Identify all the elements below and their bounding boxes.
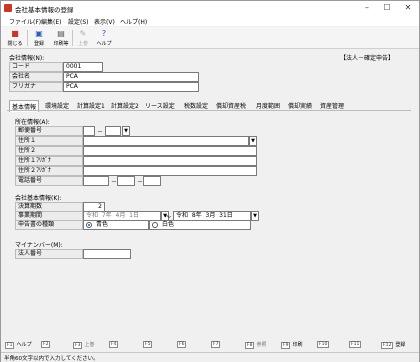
postal-dash: －	[97, 129, 104, 136]
radio-unselected-icon	[152, 222, 158, 228]
chevron-down-icon[interactable]: ▼	[122, 126, 130, 136]
basic-section-label: 会社基本情報(K):	[15, 195, 62, 202]
tab-asset-management[interactable]: 資産管理	[320, 101, 344, 110]
kana-label: フリガナ	[9, 82, 63, 92]
f8-key[interactable]: F8 参照	[245, 341, 266, 349]
f11-key[interactable]: F11	[349, 341, 363, 348]
menu-help[interactable]: ヘルプ(H)	[120, 17, 147, 26]
help-button[interactable]: ? ヘルプ	[94, 28, 114, 48]
address2-field[interactable]	[83, 146, 257, 156]
edit-icon: ✎	[79, 29, 87, 38]
f2-key[interactable]: F2	[41, 341, 52, 348]
tab-lease[interactable]: リース設定	[145, 101, 175, 110]
minimize-icon[interactable]: –	[357, 1, 377, 15]
blue-filing-option[interactable]: 青色	[83, 220, 149, 230]
tab-calc2[interactable]: 計算設定2	[111, 101, 139, 110]
toolbar: ■ 閉じる ▣ 登録 ▤ 印刷等 ✎ 上巻 ? ヘルプ	[1, 27, 419, 49]
address1-label: 住所１	[15, 136, 83, 146]
main-window: 会社基本情報の登録 – ☐ ✕ ファイル(F) 編集(E) 設定(S) 表示(V…	[0, 0, 420, 362]
close-door-icon: ■	[11, 29, 19, 38]
close-button[interactable]: ■ 閉じる	[5, 28, 25, 48]
tab-month-range[interactable]: 月度範囲	[256, 101, 280, 110]
tab-calc1[interactable]: 計算設定1	[77, 101, 105, 110]
postal-code-field-2[interactable]	[105, 126, 121, 136]
close-icon[interactable]: ✕	[398, 1, 418, 15]
status-bar: 半角60文字以内で入力してください。	[1, 352, 419, 362]
phone-label: 電話番号	[15, 176, 83, 186]
f5-key[interactable]: F5	[143, 341, 154, 348]
address2-kana-field[interactable]	[83, 166, 257, 176]
mynumber-section-label: マイナンバー(M):	[15, 242, 63, 249]
postal-code-field-1[interactable]	[83, 126, 95, 136]
kana-field[interactable]: PCA	[63, 82, 199, 92]
white-filing-option[interactable]: 白色	[149, 220, 251, 230]
address1-field[interactable]	[83, 136, 249, 146]
company-name-label: 会社名	[9, 72, 63, 82]
toolbar-separator	[27, 30, 28, 46]
chevron-down-icon[interactable]: ▼	[249, 136, 257, 146]
code-field[interactable]: 0001	[63, 62, 103, 72]
company-section-label: 会社情報(N):	[9, 55, 45, 62]
f7-key[interactable]: F7	[211, 341, 222, 348]
menu-file[interactable]: ファイル(F)	[9, 17, 41, 26]
save-icon: ▣	[35, 29, 43, 38]
register-button[interactable]: ▣ 登録	[29, 28, 49, 48]
f6-key[interactable]: F6	[177, 341, 188, 348]
printer-icon: ▤	[57, 29, 65, 38]
menu-bar: ファイル(F) 編集(E) 設定(S) 表示(V) ヘルプ(H)	[1, 15, 419, 26]
tab-depreciable-asset-tax[interactable]: 償却資産税	[216, 101, 246, 110]
status-message: 半角60文字以内で入力してください。	[4, 356, 99, 362]
filing-type-label: 申告書の種類	[15, 220, 83, 230]
menu-settings[interactable]: 設定(S)	[68, 17, 89, 26]
title-bar: 会社基本情報の登録 – ☐ ✕	[1, 1, 419, 15]
address1-kana-label: 住所１ﾌﾘｶﾞﾅ	[15, 156, 83, 166]
menu-edit[interactable]: 編集(E)	[41, 17, 61, 26]
corp-number-label: 法人番号	[15, 249, 83, 259]
postal-code-label: 郵便番号	[15, 126, 83, 136]
radio-selected-icon	[86, 222, 92, 228]
address1-kana-field[interactable]	[83, 156, 257, 166]
tab-divider	[7, 110, 411, 111]
help-icon: ?	[101, 29, 107, 38]
address2-label: 住所２	[15, 146, 83, 156]
tab-environment[interactable]: 環境設定	[45, 101, 69, 110]
phone-field-2[interactable]	[117, 176, 135, 186]
chevron-down-icon[interactable]: ▼	[251, 211, 259, 221]
address-section-label: 所在情報(A):	[15, 119, 50, 126]
address2-kana-label: 住所２ﾌﾘｶﾞﾅ	[15, 166, 83, 176]
up-button[interactable]: ✎ 上巻	[73, 28, 93, 48]
f1-key[interactable]: F1 ヘルプ	[5, 341, 31, 349]
app-icon	[4, 4, 12, 12]
tab-depreciation-results[interactable]: 償却実績	[288, 101, 312, 110]
menu-view[interactable]: 表示(V)	[94, 17, 115, 26]
code-label: コード	[9, 62, 63, 72]
f10-key[interactable]: F10	[317, 341, 331, 348]
company-name-field[interactable]: PCA	[63, 72, 199, 82]
window-title: 会社基本情報の登録	[15, 6, 74, 14]
f4-key[interactable]: F4	[109, 341, 120, 348]
function-key-bar: F1 ヘルプ F2 F3 上巻 F4 F5 F6 F7 F8 参照 F9 印刷 F10 …	[1, 338, 419, 351]
corp-number-field[interactable]	[83, 249, 131, 259]
f12-key[interactable]: F12 登録	[381, 341, 405, 349]
filing-mode: 【法人－確定申告】	[340, 55, 395, 62]
f9-key[interactable]: F9 印刷	[281, 341, 302, 349]
tab-tax[interactable]: 税数設定	[184, 101, 208, 110]
phone-field-3[interactable]	[143, 176, 161, 186]
maximize-icon[interactable]: ☐	[377, 1, 397, 15]
phone-field-1[interactable]	[83, 176, 109, 186]
print-button[interactable]: ▤ 印刷等	[51, 28, 71, 48]
f3-key[interactable]: F3 上巻	[73, 341, 94, 349]
